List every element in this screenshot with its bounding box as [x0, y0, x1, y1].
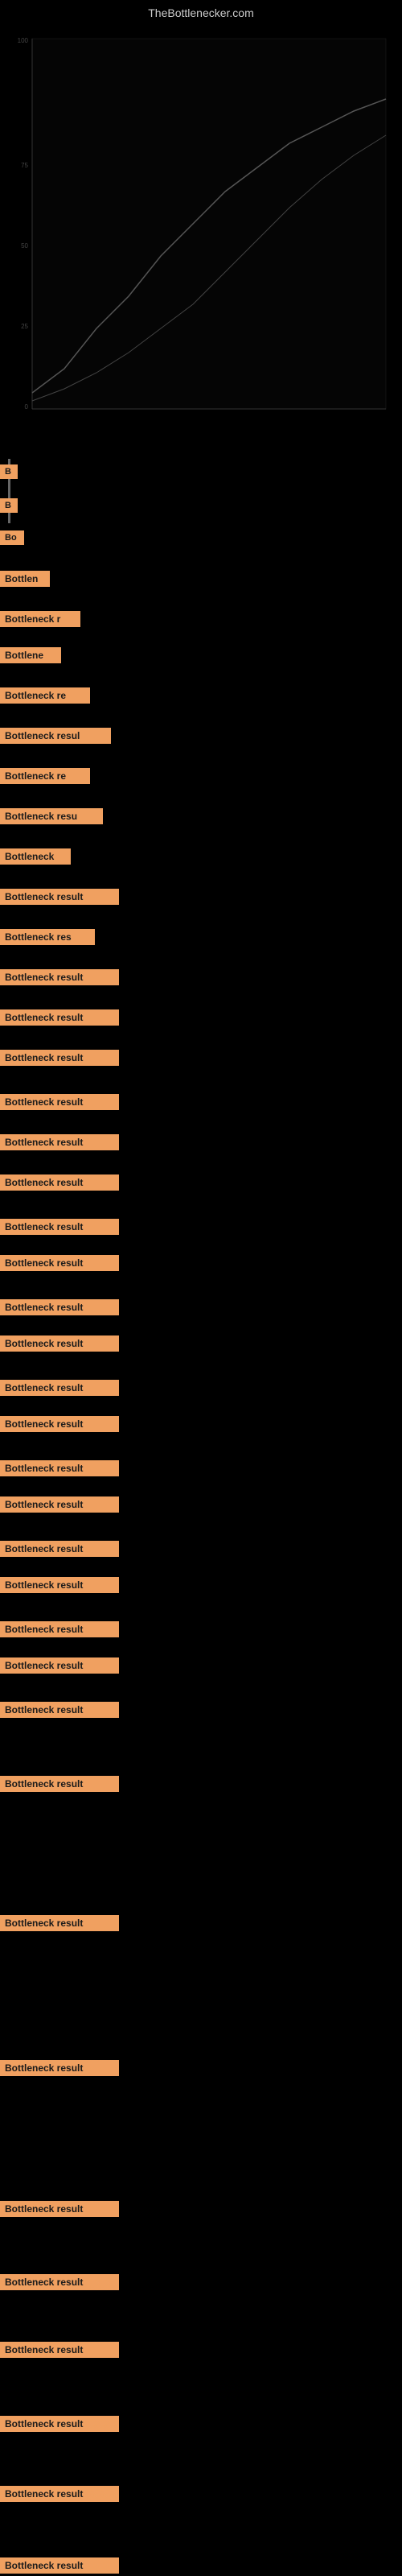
bottleneck-item-33: Bottleneck result	[0, 1775, 119, 1793]
bottleneck-item-20: Bottleneck result	[0, 1218, 119, 1236]
site-title: TheBottlenecker.com	[0, 0, 402, 23]
bottleneck-item-25: Bottleneck result	[0, 1415, 119, 1433]
bottleneck-item-4: Bottlen	[0, 570, 50, 588]
bottleneck-item-18: Bottleneck result	[0, 1133, 119, 1151]
bottleneck-item-7: Bottleneck re	[0, 687, 90, 704]
bottleneck-item-10: Bottleneck resu	[0, 807, 103, 825]
bottleneck-item-2: B	[0, 497, 18, 514]
bottleneck-item-26: Bottleneck result	[0, 1459, 119, 1477]
bottleneck-item-41: Bottleneck result	[0, 2557, 119, 2574]
bottleneck-item-32: Bottleneck result	[0, 1701, 119, 1719]
bottleneck-item-40: Bottleneck result	[0, 2485, 119, 2503]
bottleneck-item-16: Bottleneck result	[0, 1049, 119, 1067]
bottleneck-item-38: Bottleneck result	[0, 2341, 119, 2359]
bottleneck-item-13: Bottleneck res	[0, 928, 95, 946]
bottleneck-item-3: Bo	[0, 530, 24, 546]
bottleneck-item-31: Bottleneck result	[0, 1657, 119, 1674]
bottleneck-item-30: Bottleneck result	[0, 1620, 119, 1638]
bottleneck-item-15: Bottleneck result	[0, 1009, 119, 1026]
bottleneck-item-34: Bottleneck result	[0, 1914, 119, 1932]
bottleneck-item-24: Bottleneck result	[0, 1379, 119, 1397]
bottleneck-item-35: Bottleneck result	[0, 2059, 119, 2077]
bottleneck-item-22: Bottleneck result	[0, 1298, 119, 1316]
bottleneck-item-17: Bottleneck result	[0, 1093, 119, 1111]
bottleneck-item-39: Bottleneck result	[0, 2415, 119, 2433]
bottleneck-item-6: Bottlene	[0, 646, 61, 664]
svg-text:100: 100	[18, 37, 29, 44]
bottleneck-item-37: Bottleneck result	[0, 2273, 119, 2291]
bottleneck-item-5: Bottleneck r	[0, 610, 80, 628]
bottleneck-item-14: Bottleneck result	[0, 968, 119, 986]
bottleneck-item-27: Bottleneck result	[0, 1496, 119, 1513]
bottleneck-item-12: Bottleneck result	[0, 888, 119, 906]
bottleneck-item-8: Bottleneck resul	[0, 727, 111, 745]
bottleneck-item-29: Bottleneck result	[0, 1576, 119, 1594]
chart-svg: 0 25 50 75 100	[0, 23, 402, 441]
svg-text:0: 0	[25, 403, 29, 411]
bottleneck-item-11: Bottleneck	[0, 848, 71, 865]
bottleneck-item-21: Bottleneck result	[0, 1254, 119, 1272]
bottleneck-results-container: B B Bo Bottlen Bottleneck r Bottlene Bot…	[0, 441, 402, 2574]
svg-text:50: 50	[21, 242, 28, 250]
svg-text:75: 75	[21, 162, 28, 169]
svg-text:25: 25	[21, 323, 28, 330]
chart-area: 0 25 50 75 100	[0, 23, 402, 441]
bottleneck-item-9: Bottleneck re	[0, 767, 90, 785]
bottleneck-item-1: B	[0, 464, 18, 480]
bottleneck-item-36: Bottleneck result	[0, 2200, 119, 2218]
bottleneck-item-23: Bottleneck result	[0, 1335, 119, 1352]
bottleneck-item-19: Bottleneck result	[0, 1174, 119, 1191]
bottleneck-item-28: Bottleneck result	[0, 1540, 119, 1558]
